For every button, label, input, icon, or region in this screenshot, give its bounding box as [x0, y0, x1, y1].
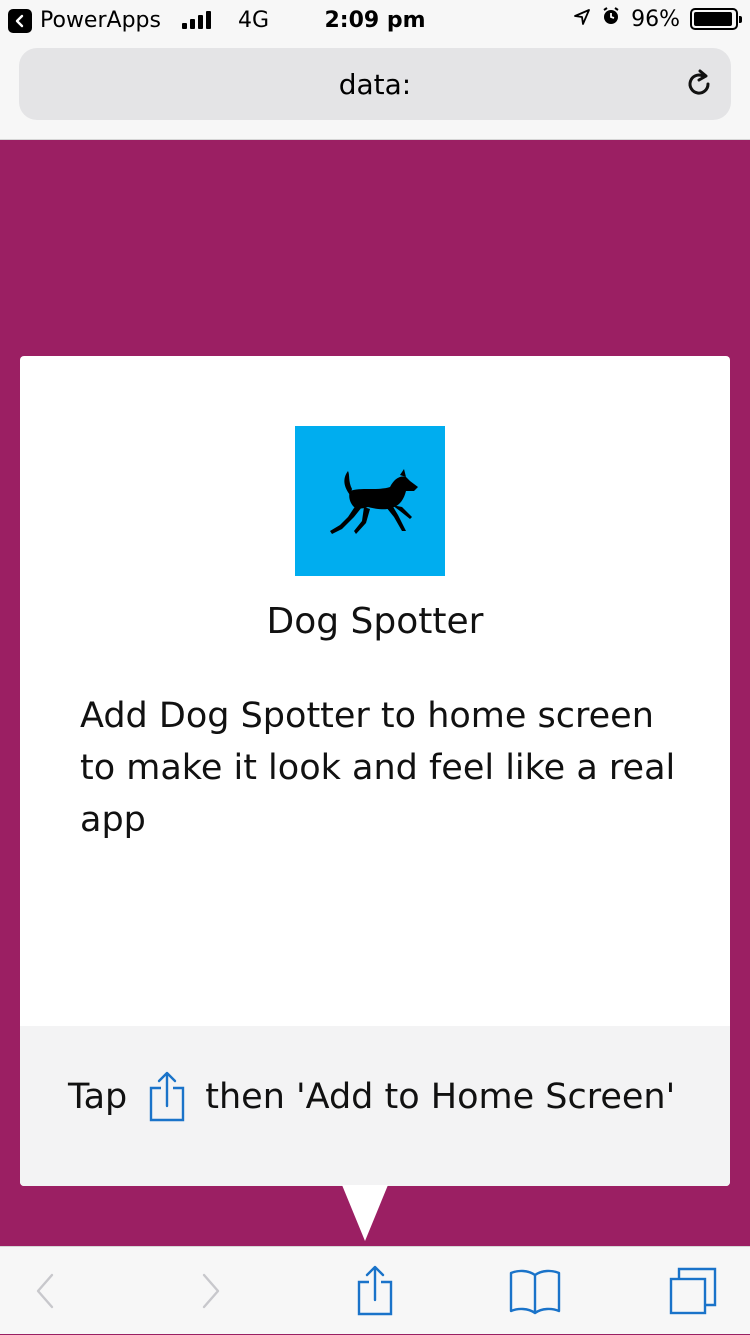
share-pointer-arrow: [342, 1185, 388, 1241]
share-icon: [147, 1070, 187, 1124]
url-text: data:: [338, 68, 412, 101]
browser-address-area: data:: [0, 40, 750, 140]
battery-percent: 96%: [631, 6, 680, 32]
forward-icon[interactable]: [186, 1247, 236, 1335]
back-chevron-icon: [8, 8, 32, 33]
address-bar[interactable]: data:: [19, 48, 731, 120]
tap-then-label: then 'Add to Home Screen': [205, 1077, 676, 1117]
tap-instruction: Tap then 'Add to Home Screen': [68, 1070, 675, 1124]
share-icon[interactable]: [350, 1247, 400, 1335]
alarm-icon: [601, 6, 621, 32]
battery-icon: [690, 8, 742, 30]
tap-label: Tap: [68, 1077, 128, 1117]
battery-fill: [694, 12, 733, 26]
dog-icon: [295, 426, 445, 576]
signal-bars-icon: [182, 11, 211, 29]
reload-icon[interactable]: [681, 66, 717, 102]
back-to-app-button[interactable]: PowerApps: [8, 8, 161, 33]
description-text: Add Dog Spotter to home screen to make i…: [80, 696, 676, 840]
location-arrow-icon: [573, 7, 591, 32]
back-app-label: PowerApps: [40, 8, 161, 33]
back-icon[interactable]: [20, 1247, 70, 1335]
bookmarks-icon[interactable]: [505, 1247, 565, 1335]
browser-toolbar: [0, 1246, 750, 1334]
app-title: Dog Spotter: [266, 601, 484, 642]
tap-instruction-bar: Tap then 'Add to Home Screen': [20, 1026, 730, 1186]
status-bar: PowerApps 4G 2:09 pm 96%: [0, 0, 750, 40]
add-to-home-card: Dog Spotter Add Dog Spotter to home scre…: [20, 356, 730, 1186]
tabs-icon[interactable]: [665, 1247, 721, 1335]
network-type: 4G: [238, 8, 270, 33]
